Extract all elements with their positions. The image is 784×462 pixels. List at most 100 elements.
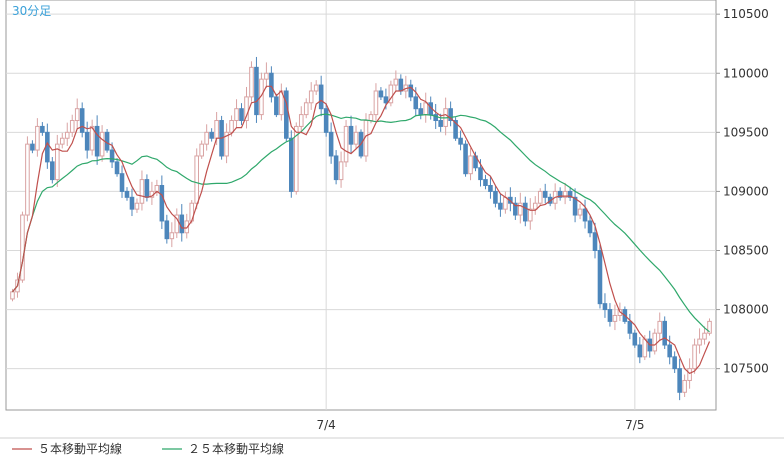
candle-body [30,143,35,151]
timeframe-label: 30分足 [12,4,51,18]
candle-body [264,72,269,80]
candle-body [627,320,633,334]
candle-body [249,66,254,98]
candle-body [50,161,55,181]
candle-body [488,185,493,192]
candle-body [154,185,160,192]
candle-body [378,90,384,98]
candle-body [657,320,663,334]
legend: ５本移動平均線 ２５本移動平均線 [12,441,284,456]
candle-body [498,202,503,210]
candle-body [35,125,40,151]
candle-body [269,72,274,98]
candle-body [164,220,170,240]
candle-body [10,291,15,300]
candle-body [523,202,528,222]
candle-body [194,155,199,204]
candle-body [348,125,354,145]
x-tick-label: 7/5 [625,418,644,432]
candle [194,148,199,210]
candle-body [254,66,259,116]
x-tick-label: 7/4 [316,418,335,432]
candle [274,93,279,118]
candle-body [582,208,588,222]
plot-area [5,0,717,411]
candle-body [532,202,538,210]
candle-body [682,379,687,393]
candle-body [119,173,125,192]
candle-body [587,220,593,234]
candle-body [59,137,65,145]
candle-body [313,84,319,92]
candle-body [234,108,239,122]
y-tick-label: 109000 [723,184,769,198]
candle-body [134,202,140,210]
candle-body [129,196,135,210]
candle-body [338,161,344,181]
candle [249,61,254,102]
candle-body [478,167,483,181]
candle-body [383,96,389,104]
candle-body [323,108,329,133]
candle-body [637,344,643,358]
candle-body [632,332,638,346]
candle-body [607,309,613,322]
candle-body [333,155,339,181]
candle [293,122,299,195]
candle-body [468,155,473,175]
candle-body [677,368,682,393]
candle-body [303,102,309,116]
candle-body [274,96,279,116]
candle-body [199,143,204,157]
candle-body [597,249,603,305]
candle-body [284,90,289,139]
candle-body [328,131,334,157]
candle-body [25,143,30,216]
candle-body [214,120,219,139]
candle-body [398,78,404,92]
legend-item: ５本移動平均線 [12,441,122,456]
candle-body [458,137,463,145]
candle-body [592,232,598,251]
candle-body [144,179,150,198]
y-tick-label: 108000 [723,303,769,317]
candle-body [483,179,488,187]
candle [463,140,468,177]
candle [662,316,667,349]
candle-body [493,190,498,204]
candle-body [45,131,50,163]
candle-body [99,131,105,157]
candle-body [64,131,70,139]
candle-body [368,114,374,122]
candle-body [602,303,608,311]
y-tick-label: 108500 [723,243,769,257]
candle-body [692,344,697,370]
candle-body [204,131,209,145]
candle-body [672,356,677,370]
candle-body [318,84,324,110]
legend-label: ５本移動平均線 [38,441,122,456]
candle-body [702,332,707,340]
legend-item: ２５本移動平均線 [162,441,284,456]
candle-body [687,368,692,381]
candle [284,87,289,142]
candle [343,120,349,167]
candle-body [139,179,145,204]
y-tick-labels: 107500 108000 108500 109000 109500 110000 1105… [716,7,769,376]
candle-body [179,214,185,234]
candle-body [503,196,508,210]
x-tick-labels: 7/4 7/5 [316,418,644,432]
candle [104,129,110,153]
candle [597,244,603,309]
candle-body [159,185,165,222]
candle-body [652,332,658,352]
legend-label: ２５本移動平均線 [188,441,284,456]
candle-body [373,90,379,116]
candle-body [229,120,234,133]
candlestick-chart: 107500 108000 108500 109000 109500 110000 1105… [0,0,784,456]
candle-body [527,208,533,222]
candle-body [353,131,359,145]
candle-body [642,338,648,358]
candle-body [542,190,548,198]
candle-body [343,125,349,163]
